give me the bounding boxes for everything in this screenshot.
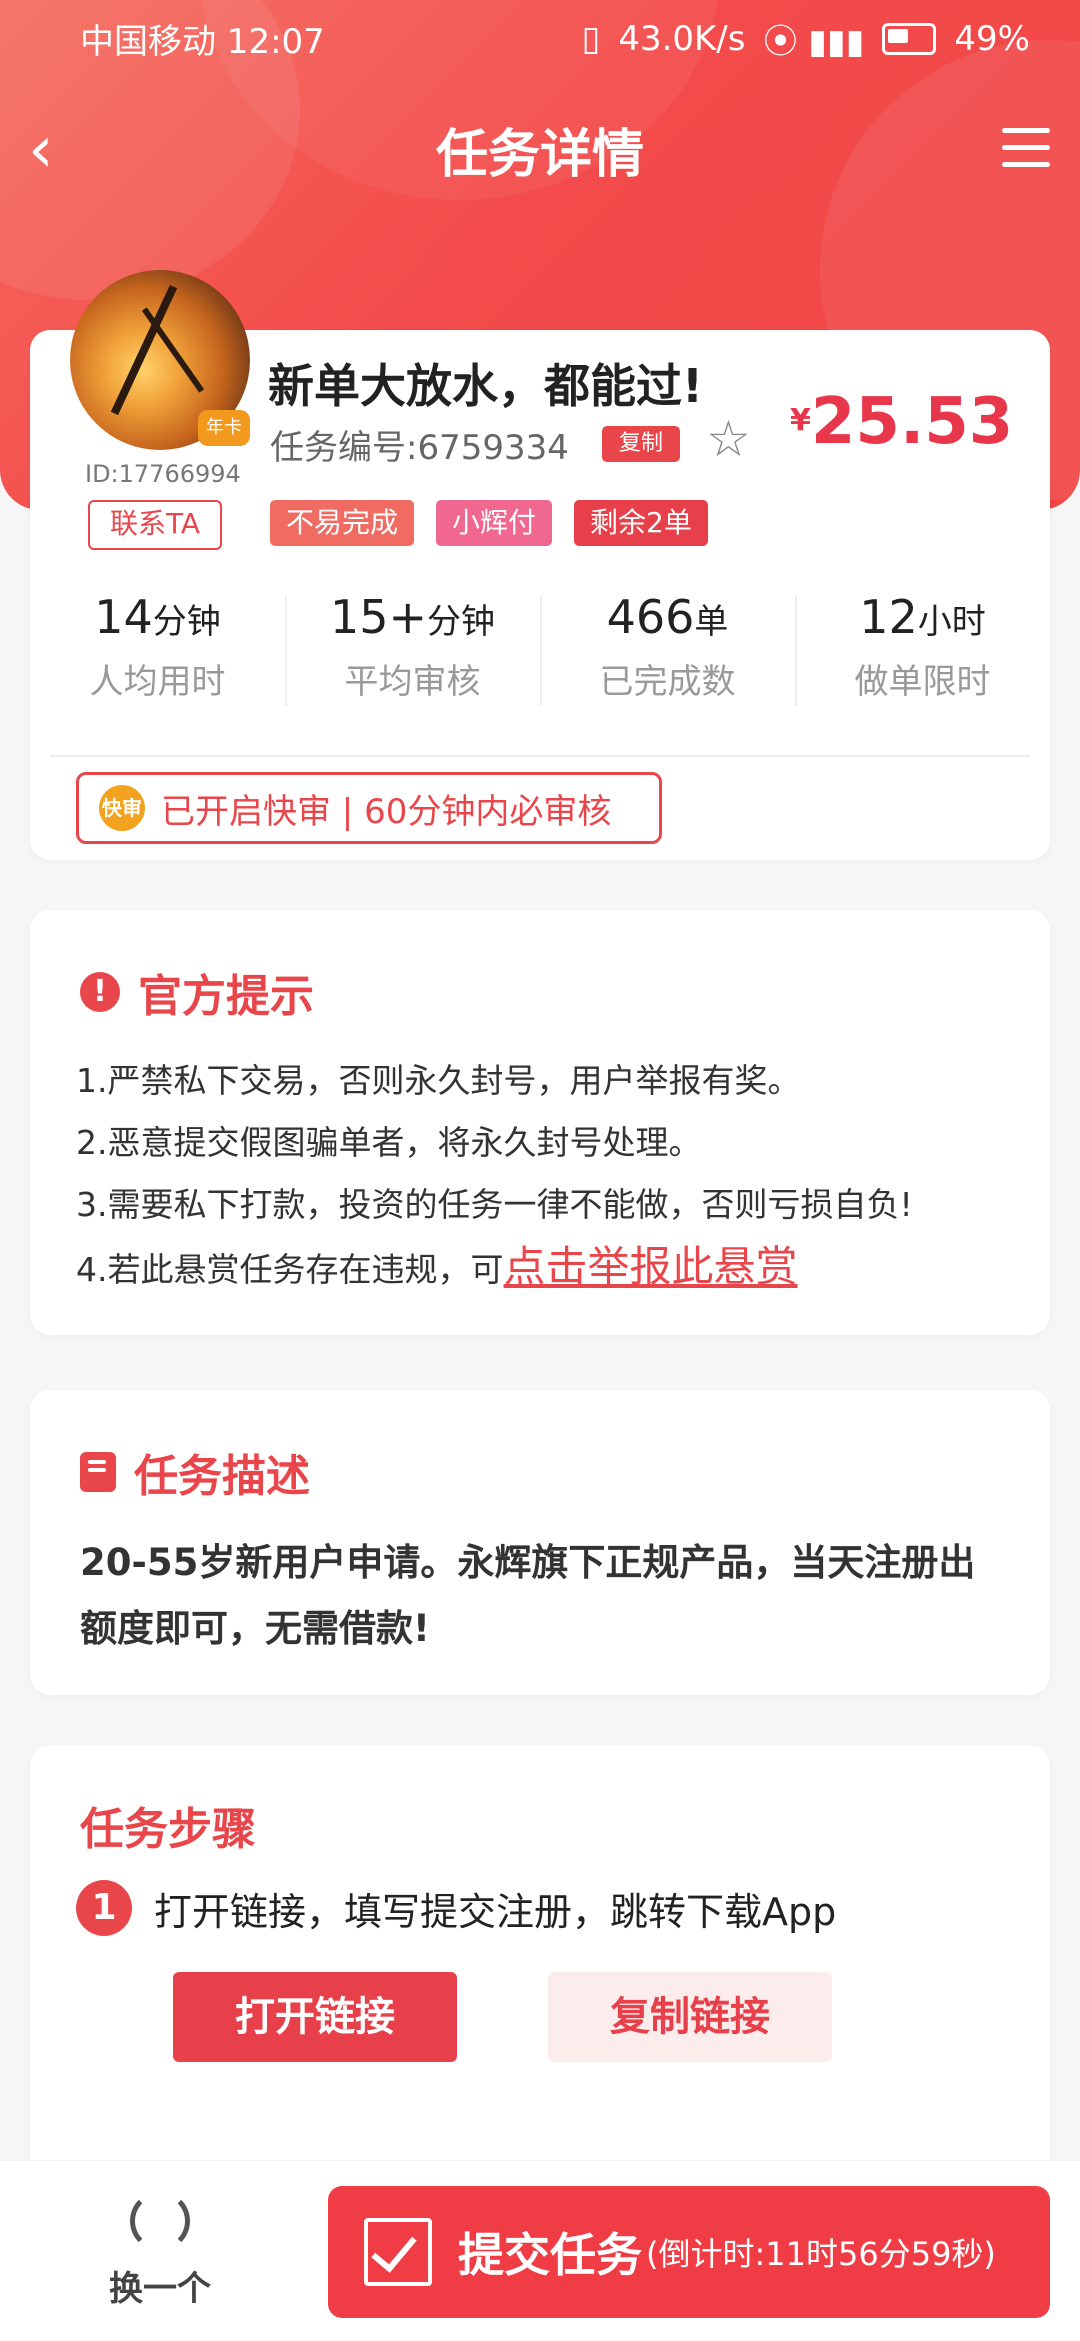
tip-item: 2.恶意提交假图骗单者，将永久封号处理。 — [76, 1123, 702, 1162]
description-title: 任务描述 — [80, 1440, 310, 1504]
step-number: 1 — [76, 1880, 132, 1936]
tips-list: 1.严禁私下交易，否则永久封号，用户举报有奖。 2.恶意提交假图骗单者，将永久封… — [76, 1050, 1020, 1301]
step-text: 打开链接，填写提交注册，跳转下载App — [154, 1889, 837, 1934]
document-icon — [80, 1452, 116, 1492]
countdown-timer: (倒计时:11时56分59秒) — [646, 2235, 996, 2273]
task-description-card: 任务描述 20-55岁新用户申请。永辉旗下正规产品，当天注册出额度即可，无需借款… — [30, 1390, 1050, 1695]
tip-item: 1.严禁私下交易，否则永久封号，用户举报有奖。 — [76, 1061, 801, 1100]
official-tips-card: ! 官方提示 1.严禁私下交易，否则永久封号，用户举报有奖。 2.恶意提交假图骗… — [30, 910, 1050, 1335]
description-text: 20-55岁新用户申请。永辉旗下正规产品，当天注册出额度即可，无需借款! — [80, 1541, 976, 1650]
tag-payment: 小辉付 — [436, 500, 553, 546]
refresh-icon — [130, 2191, 190, 2251]
switch-task-label: 换一个 — [109, 2269, 211, 2309]
bottom-bar: 换一个 提交任务 (倒计时:11时56分59秒) — [0, 2160, 1080, 2341]
switch-task-button[interactable]: 换一个 — [80, 2191, 240, 2321]
steps-title: 任务步骤 — [80, 1804, 256, 1855]
status-bar: 中国移动 12:07 ▯ 43.0K/s ⦿ ▮▮▮ 49% — [0, 0, 1080, 75]
checkbox-icon — [364, 2218, 432, 2286]
fast-review-banner: 快审 已开启快审 | 60分钟内必审核 — [76, 772, 662, 844]
task-tags: 不易完成 小辉付 剩余2单 — [270, 500, 708, 546]
fast-review-icon: 快审 — [99, 785, 145, 831]
submit-task-button[interactable]: 提交任务 (倒计时:11时56分59秒) — [328, 2186, 1050, 2318]
tip-item: 3.需要私下打款，投资的任务一律不能做，否则亏损自负! — [76, 1185, 913, 1224]
task-title: 新单大放水，都能过! — [268, 359, 703, 413]
signal-icon: ⦿ ▮▮▮ — [763, 22, 865, 62]
alert-icon: ! — [80, 972, 120, 1012]
contact-button[interactable]: 联系TA — [88, 500, 222, 550]
task-steps-card: 任务步骤 1 打开链接，填写提交注册，跳转下载App 打开链接 复制链接 — [30, 1745, 1050, 2165]
page-title: 任务详情 — [435, 125, 644, 185]
favorite-star-icon[interactable]: ☆ — [706, 414, 751, 464]
battery-level: 49% — [954, 18, 1030, 59]
nav-bar: ‹ 任务详情 — [0, 90, 1080, 210]
open-link-button[interactable]: 打开链接 — [173, 1972, 457, 2062]
copy-link-button[interactable]: 复制链接 — [548, 1972, 832, 2062]
user-id: ID:17766994 — [85, 460, 241, 488]
annual-card-badge: 年卡 — [198, 410, 250, 446]
task-card: 年卡 ID:17766994 联系TA 新单大放水，都能过! 任务编号:6759… — [30, 270, 1050, 860]
task-stats: 14分钟 人均用时 15+分钟 平均审核 466单 已完成数 12小时 做单限时 — [30, 590, 1050, 710]
stat-avg-time: 14分钟 人均用时 — [89, 590, 226, 702]
tips-title: ! 官方提示 — [80, 960, 314, 1024]
menu-icon[interactable] — [1002, 128, 1050, 168]
tip-item: 4.若此悬赏任务存在违规，可点击举报此悬赏 — [76, 1242, 798, 1291]
tag-difficulty: 不易完成 — [270, 500, 415, 546]
submit-label: 提交任务 — [458, 2228, 642, 2282]
fast-review-text: 已开启快审 | 60分钟内必审核 — [161, 791, 612, 832]
stat-avg-review: 15+分钟 平均审核 — [285, 590, 540, 710]
currency-symbol: ¥ — [790, 403, 811, 438]
report-link[interactable]: 点击举报此悬赏 — [504, 1242, 798, 1291]
task-number: 任务编号:6759334 — [270, 428, 569, 468]
network-speed: 43.0K/s — [618, 18, 746, 59]
divider — [50, 755, 1030, 757]
carrier-time: 中国移动 12:07 — [80, 22, 325, 62]
stat-completed: 466单 已完成数 — [540, 590, 795, 710]
copy-task-number-button[interactable]: 复制 — [602, 426, 680, 462]
tag-remaining: 剩余2单 — [574, 500, 708, 546]
stat-time-limit: 12小时 做单限时 — [795, 590, 1050, 710]
step-item: 1 打开链接，填写提交注册，跳转下载App — [76, 1880, 836, 1936]
battery-icon — [882, 22, 937, 55]
task-price: ¥25.53 — [790, 385, 1013, 459]
vibrate-icon: ▯ — [581, 18, 601, 59]
price-amount: 25.53 — [810, 385, 1014, 459]
